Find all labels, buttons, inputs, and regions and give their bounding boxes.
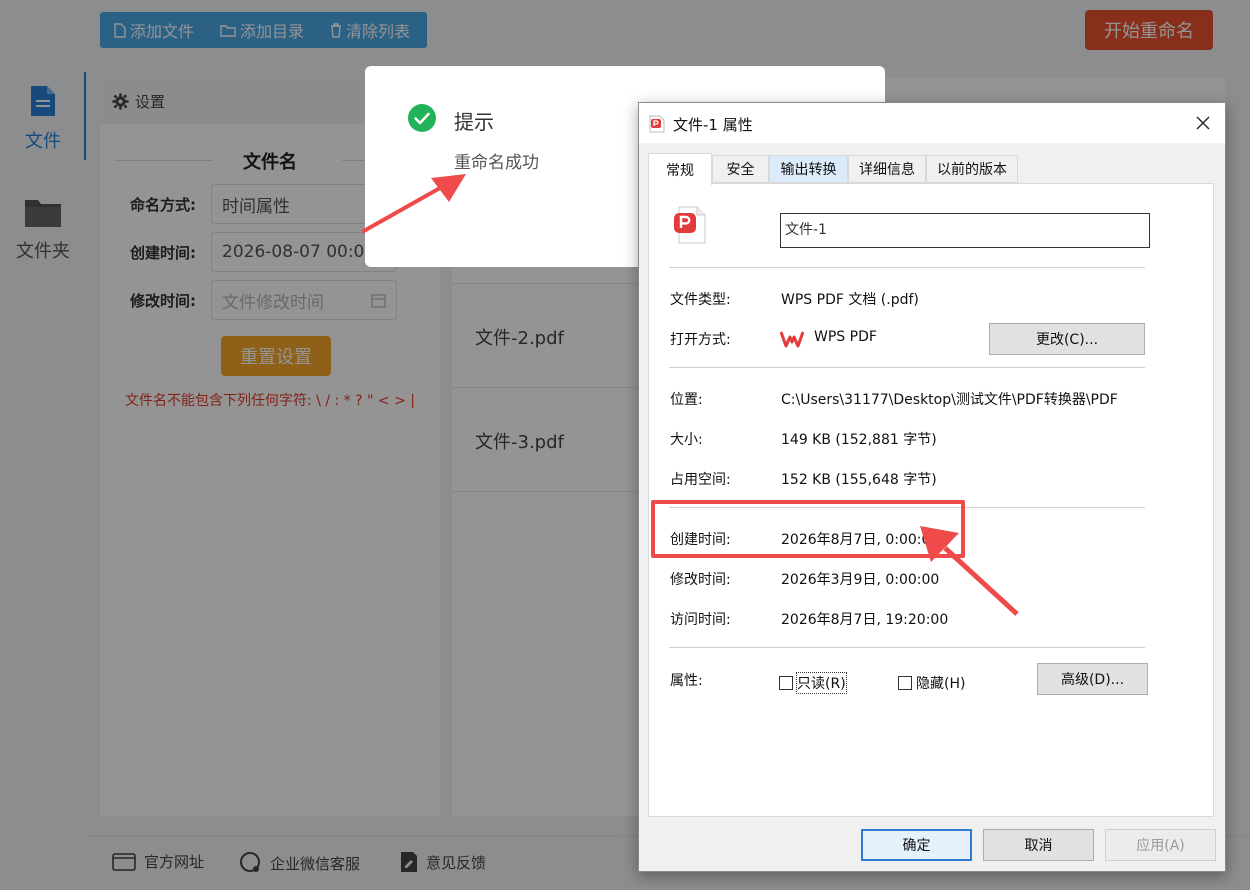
readonly-checkbox[interactable]: 只读(R) (779, 672, 847, 694)
tab-output-conversion[interactable]: 输出转换 (769, 155, 848, 183)
change-program-label: 更改(C)... (1035, 332, 1099, 348)
divider (669, 267, 1145, 268)
modified-time-label: 修改时间: (670, 572, 731, 588)
open-with-value: WPS PDF (814, 329, 877, 345)
tab-output-conversion-label: 输出转换 (780, 162, 837, 178)
hidden-checkbox[interactable]: 隐藏(H) (898, 673, 965, 693)
close-icon (1196, 116, 1210, 130)
disk-size-label: 占用空间: (670, 472, 731, 488)
message-body: 重命名成功 (454, 153, 539, 173)
divider (669, 367, 1145, 368)
readonly-label: 只读(R) (796, 672, 847, 694)
divider (669, 647, 1145, 648)
open-with-label: 打开方式: (670, 332, 731, 348)
message-title: 提示 (454, 110, 494, 134)
accessed-time-label: 访问时间: (670, 612, 731, 628)
tab-details[interactable]: 详细信息 (848, 155, 926, 183)
advanced-label: 高级(D)... (1060, 672, 1125, 688)
success-check-icon (408, 104, 436, 132)
tab-security[interactable]: 安全 (712, 155, 769, 183)
cancel-button[interactable]: 取消 (983, 829, 1094, 861)
created-time-highlight-box (651, 500, 965, 558)
attributes-label: 属性: (670, 673, 703, 689)
pdf-file-icon (674, 206, 706, 244)
checkbox-box (898, 676, 912, 690)
file-name-input[interactable]: 文件-1 (780, 213, 1150, 248)
ok-button[interactable]: 确定 (861, 829, 972, 861)
cancel-label: 取消 (1024, 838, 1053, 854)
tab-previous-versions-label: 以前的版本 (937, 162, 1007, 178)
change-program-button[interactable]: 更改(C)... (989, 323, 1145, 355)
location-value: C:\Users\31177\Desktop\测试文件\PDF转换器\PDF (781, 392, 1118, 408)
advanced-button[interactable]: 高级(D)... (1037, 663, 1148, 695)
hidden-label: 隐藏(H) (916, 676, 966, 692)
modified-time-value: 2026年3月9日, 0:00:00 (781, 572, 940, 588)
file-properties-dialog: 文件-1 属性 常规 安全 输出转换 详细信息 以前的版本 文件-1 文件类型:… (638, 102, 1226, 872)
close-button[interactable] (1191, 112, 1215, 134)
ok-label: 确定 (902, 838, 931, 854)
pdf-file-icon (649, 115, 665, 133)
disk-size-value: 152 KB (155,648 字节) (781, 472, 937, 488)
tab-general-label: 常规 (666, 162, 694, 179)
tab-previous-versions[interactable]: 以前的版本 (926, 155, 1018, 183)
tab-general[interactable]: 常规 (648, 153, 712, 185)
wps-logo-icon (780, 331, 804, 348)
file-type-label: 文件类型: (670, 292, 731, 308)
dialog-title: 文件-1 属性 (673, 116, 753, 134)
size-label: 大小: (670, 432, 703, 448)
apply-label: 应用(A) (1136, 838, 1185, 854)
checkbox-box (779, 676, 793, 690)
tab-details-label: 详细信息 (859, 162, 915, 178)
accessed-time-value: 2026年8月7日, 19:20:00 (781, 612, 949, 628)
apply-button[interactable]: 应用(A) (1105, 829, 1216, 861)
size-value: 149 KB (152,881 字节) (781, 432, 937, 448)
file-type-value: WPS PDF 文档 (.pdf) (781, 292, 919, 308)
dialog-titlebar: 文件-1 属性 (639, 103, 1225, 143)
tab-security-label: 安全 (726, 162, 755, 178)
location-label: 位置: (670, 392, 703, 408)
